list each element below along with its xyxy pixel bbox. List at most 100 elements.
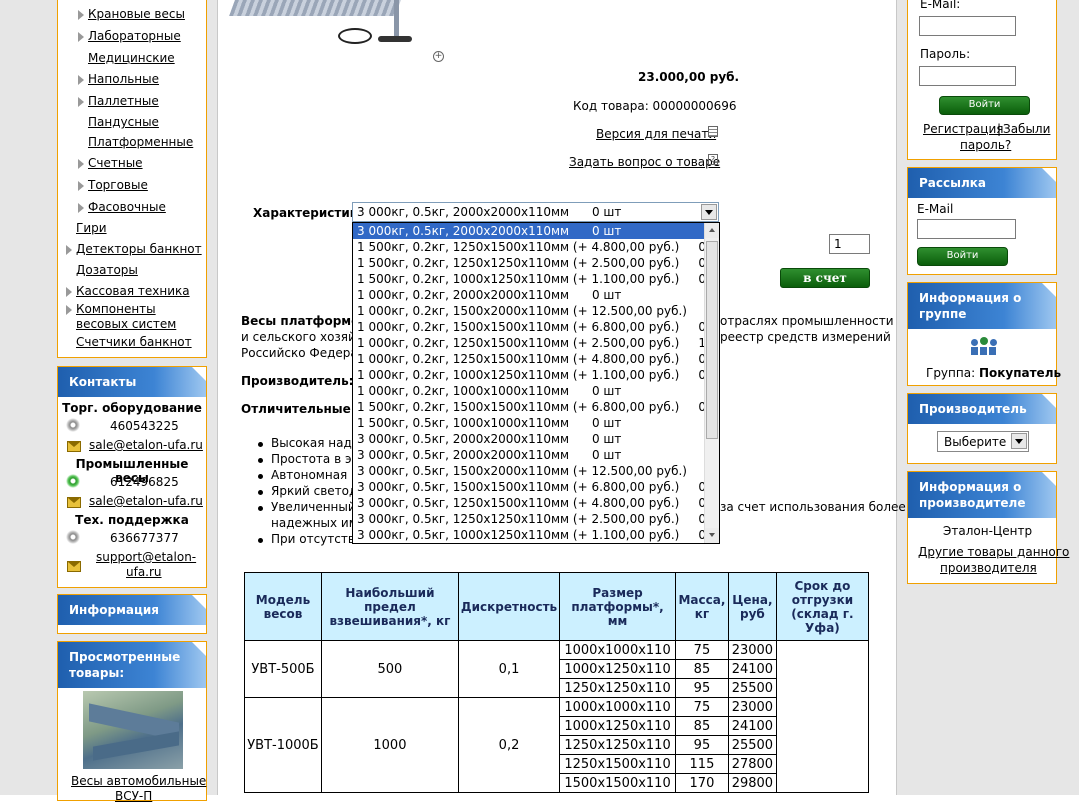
expand-arrow-icon[interactable] [78, 159, 84, 169]
forgot-password-link[interactable]: Забыли [1003, 122, 1050, 136]
manufacturer-select[interactable]: Выберите [937, 431, 1029, 452]
table-cell: 1000х1000х110 [559, 697, 676, 717]
category-item[interactable]: Гири [76, 221, 107, 235]
characteristics-dropdown-list[interactable]: 3 000кг, 0.5кг, 2000х2000х110мм 0 шт 1 50… [352, 222, 720, 544]
table-cell: 1250х1250х110 [559, 735, 676, 755]
category-item[interactable]: Крановые весы [88, 7, 185, 21]
dropdown-option[interactable]: 1 500кг, 0.5кг, 1000х1000х110мм 0 шт [353, 415, 704, 431]
ask-question-link[interactable]: Задать вопрос о товаре [569, 155, 720, 169]
category-item[interactable]: Компоненты весовых систем [76, 302, 202, 332]
forgot-password-link-2[interactable]: пароль? [960, 138, 1011, 152]
dropdown-option[interactable]: 1 000кг, 0.2кг, 1500х2000х110мм (+ 12.50… [353, 303, 719, 319]
other-products-link[interactable]: Другие товары данного [918, 545, 1069, 559]
table-cell: 75 [674, 697, 729, 717]
category-item[interactable]: Дозаторы [76, 263, 138, 277]
expand-arrow-icon[interactable] [78, 97, 84, 107]
newsletter-email-label: E-Mail [917, 202, 954, 216]
category-item[interactable]: Счетные [88, 156, 143, 170]
table-header-cell: Масса, кг [674, 572, 729, 641]
viewed-product-link-2[interactable]: ВСУ-П [115, 789, 152, 803]
dropdown-option[interactable]: 1 500кг, 0.2кг, 1000х1250х110мм (+ 1.100… [353, 271, 719, 287]
table-cell: 1000х1250х110 [559, 659, 676, 679]
chevron-down-icon[interactable] [1011, 433, 1027, 449]
email-icon [67, 561, 81, 572]
table-row: УВТ-500Б 500 0,1 1000х1000х110 75 23000 [244, 640, 870, 793]
dropdown-option[interactable]: 3 000кг, 0.5кг, 2000х2000х110мм 0 шт [353, 431, 704, 447]
chevron-down-icon[interactable] [701, 204, 717, 220]
dropdown-option[interactable]: 3 000кг, 0.5кг, 1250х1500х110мм (+ 4.800… [353, 495, 719, 511]
support-email-link[interactable]: support@etalon- [96, 550, 196, 564]
quantity-input[interactable]: 1 [829, 234, 870, 254]
category-item[interactable]: Детекторы банкнот [76, 242, 202, 256]
support-email-link-2[interactable]: ufa.ru [126, 565, 162, 579]
dropdown-option[interactable]: 3 000кг, 0.5кг, 1250х1250х110мм (+ 2.500… [353, 511, 719, 527]
dropdown-option[interactable]: 3 000кг, 0.5кг, 1500х1500х110мм (+ 6.800… [353, 479, 719, 495]
table-cell: 23000 [727, 640, 777, 660]
register-link[interactable]: Регистрация [923, 122, 1003, 136]
zoom-icon[interactable]: + [433, 51, 444, 62]
dropdown-option[interactable]: 1 500кг, 0.2кг, 1250х1250х110мм (+ 2.500… [353, 255, 719, 271]
login-password-input[interactable] [919, 66, 1016, 86]
scroll-down-icon[interactable] [705, 528, 719, 543]
category-item[interactable]: Пандусные [88, 115, 159, 129]
dropdown-option[interactable]: 1 500кг, 0.2кг, 1500х1500х110мм (+ 6.800… [353, 399, 719, 415]
newsletter-email-input[interactable] [917, 219, 1016, 239]
dropdown-option[interactable]: 1 000кг, 0.2кг, 1500х1500х110мм (+ 6.800… [353, 319, 719, 335]
table-cell: 170 [674, 773, 729, 793]
scroll-up-icon[interactable] [705, 223, 719, 238]
dropdown-option[interactable]: 3 000кг, 0.5кг, 1000х1250х110мм (+ 1.100… [353, 527, 719, 543]
selected-option: 3 000кг, 0.5кг, 2000х2000х110мм 0 шт [357, 205, 622, 219]
category-item[interactable]: Фасовочные [88, 200, 166, 214]
dropdown-option[interactable]: 3 000кг, 0.5кг, 1500х2000х110мм (+ 12.50… [353, 463, 719, 479]
table-cell: 95 [674, 678, 729, 698]
login-email-label: E-Mail: [920, 0, 961, 11]
max-weight-cell: 1000 [320, 697, 459, 793]
login-email-input[interactable] [919, 16, 1016, 36]
print-icon[interactable] [708, 126, 718, 137]
table-cell: 1250х1250х110 [559, 678, 676, 698]
other-products-link-2[interactable]: производителя [940, 561, 1037, 575]
contacts-title: Контакты [58, 367, 206, 397]
dropdown-option[interactable]: 1 000кг, 0.2кг, 1000х1000х110мм 0 шт [353, 383, 704, 399]
question-icon[interactable]: ? [708, 154, 718, 165]
newsletter-button[interactable]: Войти [917, 247, 1008, 266]
newsletter-title: Рассылка [908, 168, 1056, 198]
product-image[interactable] [228, 0, 428, 52]
manufacturer-name: Эталон-Центр [943, 524, 1033, 538]
category-item[interactable]: Кассовая техника [76, 284, 190, 298]
dropdown-option[interactable]: 3 000кг, 0.5кг, 2000х2000х110мм 0 шт [353, 447, 704, 463]
add-to-invoice-button[interactable]: в счет [780, 268, 870, 288]
dropdown-scrollbar[interactable] [704, 223, 719, 543]
scroll-thumb[interactable] [706, 241, 718, 439]
expand-arrow-icon[interactable] [66, 287, 72, 297]
dropdown-option[interactable]: 3 000кг, 0.5кг, 2000х2000х110мм 0 шт [353, 223, 704, 239]
features-label: Отличительные ос [241, 402, 371, 416]
category-item[interactable]: Счетчики банкнот [76, 335, 192, 349]
dropdown-option[interactable]: 1 500кг, 0.2кг, 1250х1500х110мм (+ 4.800… [353, 239, 719, 255]
torg-email-link[interactable]: sale@etalon-ufa.ru [89, 438, 203, 452]
category-item[interactable]: Напольные [88, 72, 159, 86]
prom-email-link[interactable]: sale@etalon-ufa.ru [89, 494, 203, 508]
dropdown-option[interactable]: 1 000кг, 0.2кг, 1000х1250х110мм (+ 1.100… [353, 367, 719, 383]
expand-arrow-icon[interactable] [78, 10, 84, 20]
expand-arrow-icon[interactable] [66, 305, 72, 315]
expand-arrow-icon[interactable] [78, 203, 84, 213]
expand-arrow-icon[interactable] [66, 245, 72, 255]
category-item[interactable]: Платформенные [88, 135, 193, 149]
print-version-link[interactable]: Версия для печати [596, 127, 716, 141]
category-item[interactable]: Торговые [88, 178, 148, 192]
dropdown-option[interactable]: 1 000кг, 0.2кг, 1250х1500х110мм (+ 4.800… [353, 351, 719, 367]
category-item[interactable]: Лабораторные [88, 29, 181, 43]
viewed-product-image[interactable] [83, 691, 183, 769]
expand-arrow-icon[interactable] [78, 75, 84, 85]
viewed-product-link[interactable]: Весы автомобильные [71, 774, 206, 788]
expand-arrow-icon[interactable] [78, 181, 84, 191]
category-item[interactable]: Паллетные [88, 94, 159, 108]
spec-table: Модель весов Наибольший предел взвешивани… [244, 572, 870, 793]
characteristics-select[interactable]: 3 000кг, 0.5кг, 2000х2000х110мм 0 шт [352, 202, 719, 222]
expand-arrow-icon[interactable] [78, 32, 84, 42]
dropdown-option[interactable]: 1 000кг, 0.2кг, 1250х1500х110мм (+ 2.500… [353, 335, 719, 351]
category-item[interactable]: Медицинские [88, 51, 175, 65]
dropdown-option[interactable]: 1 000кг, 0.2кг, 2000х2000х110мм 0 шт [353, 287, 704, 303]
login-button[interactable]: Войти [939, 96, 1030, 115]
